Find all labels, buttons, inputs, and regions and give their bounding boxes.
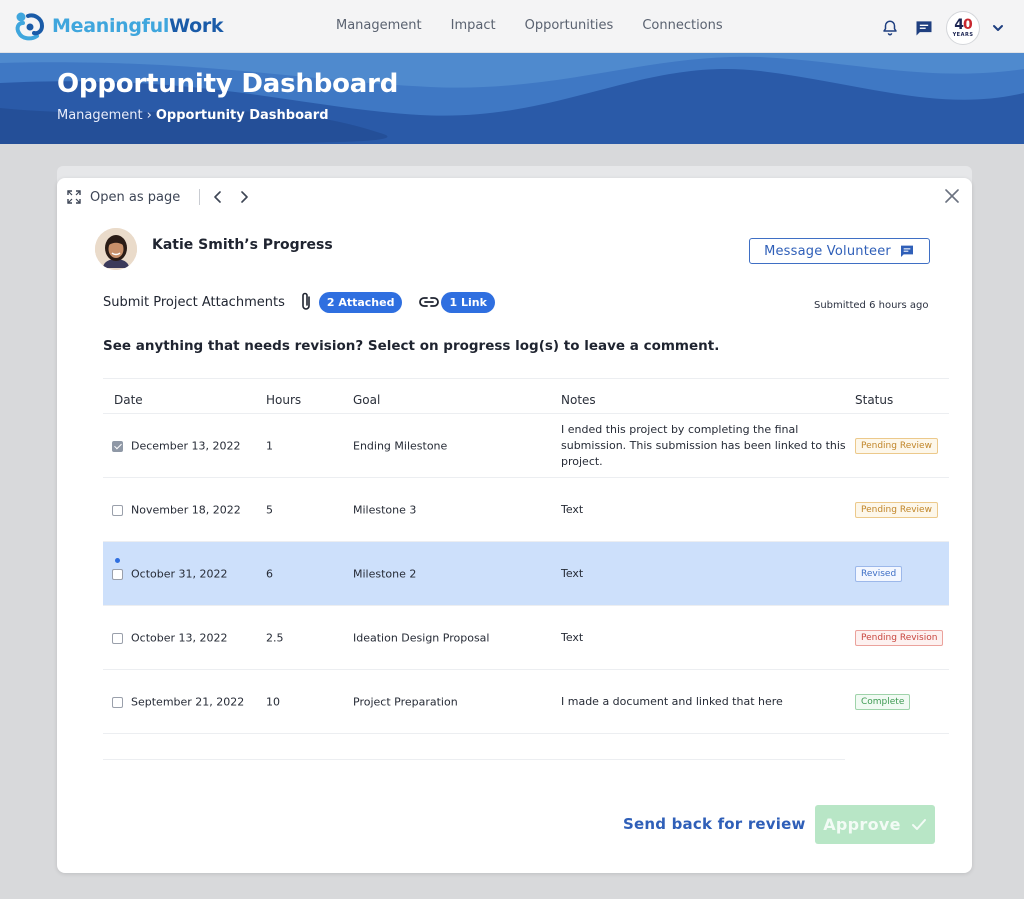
row-date: December 13, 2022: [131, 439, 241, 452]
nav-connections[interactable]: Connections: [642, 18, 722, 33]
attached-chip[interactable]: 2 Attached: [318, 291, 403, 313]
nav-management[interactable]: Management: [336, 18, 422, 33]
volunteer-progress-title: Katie Smith’s Progress: [152, 237, 333, 253]
row-checkbox[interactable]: [112, 440, 123, 452]
nav-opportunities[interactable]: Opportunities: [525, 18, 614, 33]
row-hours: 6: [266, 567, 273, 580]
table-row-selected[interactable]: October 31, 2022 6 Milestone 2 Text Revi…: [103, 542, 949, 606]
account-avatar[interactable]: 40 YEARS: [946, 11, 980, 45]
volunteer-avatar: [95, 228, 137, 270]
row-date: October 31, 2022: [131, 567, 228, 580]
send-back-button[interactable]: Send back for review: [623, 815, 806, 833]
logo-icon: [15, 12, 45, 41]
unread-dot: [115, 558, 120, 563]
row-hours: 2.5: [266, 631, 284, 644]
message-volunteer-label: Message Volunteer: [764, 243, 891, 259]
row-date: September 21, 2022: [131, 695, 245, 708]
brand-logo[interactable]: MeaningfulWork: [14, 10, 224, 42]
status-badge: Revised: [855, 565, 903, 582]
top-nav: MeaningfulWork Management Impact Opportu…: [0, 0, 1024, 53]
message-icon: [900, 245, 913, 257]
row-date: November 18, 2022: [131, 503, 241, 516]
close-icon[interactable]: [942, 186, 962, 206]
breadcrumb-separator: ›: [146, 108, 152, 123]
badge-number: 40: [954, 16, 972, 33]
toolbar-divider: [199, 189, 201, 205]
attachments-row: Submit Project Attachments 2 Attached 1 …: [103, 291, 495, 313]
row-notes: Text: [561, 502, 584, 516]
row-hours: 5: [266, 503, 273, 516]
table-footer: [103, 734, 845, 760]
table-row[interactable]: November 18, 2022 5 Milestone 3 Text Pen…: [103, 478, 949, 542]
table-row[interactable]: December 13, 2022 1 Ending Milestone I e…: [103, 414, 949, 478]
header-status[interactable]: Status: [855, 393, 893, 407]
table-header: Date Hours Goal Notes Status: [103, 378, 949, 414]
status-badge: Complete: [855, 693, 911, 710]
breadcrumb: Management › Opportunity Dashboard: [57, 108, 329, 123]
status-badge: Pending Revision: [855, 629, 944, 646]
chevron-left-icon[interactable]: [210, 188, 226, 206]
status-badge: Pending Review: [855, 501, 938, 518]
chevron-down-icon[interactable]: [986, 16, 1010, 40]
row-checkbox[interactable]: [112, 568, 123, 580]
page-title: Opportunity Dashboard: [57, 69, 399, 99]
bell-icon[interactable]: [878, 16, 902, 40]
attachments-label: Submit Project Attachments: [103, 294, 285, 310]
row-goal: Ideation Design Proposal: [353, 631, 490, 644]
status-badge: Pending Review: [855, 437, 938, 454]
link-icon: [419, 297, 440, 307]
paperclip-icon: [302, 292, 310, 310]
nav-impact[interactable]: Impact: [451, 18, 496, 33]
row-checkbox[interactable]: [112, 632, 123, 644]
brand-name: MeaningfulWork: [52, 15, 224, 37]
open-as-page-button[interactable]: Open as page: [67, 190, 180, 205]
chevron-right-icon[interactable]: [236, 188, 252, 206]
row-goal: Milestone 3: [353, 503, 417, 516]
expand-icon: [67, 190, 81, 204]
check-icon: [911, 818, 926, 830]
progress-modal: Open as page Katie Smith’s Progress Mess…: [57, 178, 972, 873]
breadcrumb-current: Opportunity Dashboard: [155, 108, 329, 123]
row-date: October 13, 2022: [131, 631, 228, 644]
row-goal: Ending Milestone: [353, 439, 448, 452]
row-checkbox[interactable]: [112, 696, 123, 708]
row-notes: Text: [561, 566, 584, 580]
revision-hint: See anything that needs revision? Select…: [103, 338, 720, 354]
nav-actions: 40 YEARS: [878, 11, 1010, 45]
header-hours[interactable]: Hours: [266, 393, 301, 407]
badge-sub: YEARS: [952, 31, 974, 38]
main-nav: Management Impact Opportunities Connecti…: [336, 18, 752, 33]
approve-label: Approve: [823, 815, 901, 834]
header-notes[interactable]: Notes: [561, 393, 596, 407]
breadcrumb-parent[interactable]: Management: [57, 108, 143, 123]
row-goal: Milestone 2: [353, 567, 417, 580]
hero-banner: Opportunity Dashboard Management › Opportu…: [0, 53, 1024, 144]
row-hours: 1: [266, 439, 273, 452]
link-chip[interactable]: 1 Link: [441, 291, 495, 313]
header-date[interactable]: Date: [114, 393, 143, 407]
row-hours: 10: [266, 695, 280, 708]
submitted-time: Submitted 6 hours ago: [814, 300, 929, 311]
message-volunteer-button[interactable]: Message Volunteer: [749, 238, 930, 264]
row-goal: Project Preparation: [353, 695, 458, 708]
open-as-page-label: Open as page: [90, 189, 181, 205]
row-notes: I ended this project by completing the f…: [561, 422, 846, 468]
row-notes: I made a document and linked that here: [561, 694, 783, 708]
row-notes: Text: [561, 630, 584, 644]
header-goal[interactable]: Goal: [353, 393, 380, 407]
row-checkbox[interactable]: [112, 504, 123, 516]
table-row[interactable]: September 21, 2022 10 Project Preparatio…: [103, 670, 949, 734]
table-row[interactable]: October 13, 2022 2.5 Ideation Design Pro…: [103, 606, 949, 670]
chat-icon[interactable]: [912, 16, 936, 40]
approve-button[interactable]: Approve: [815, 805, 935, 844]
modal-toolbar: Open as page: [67, 188, 262, 206]
progress-log-table: Date Hours Goal Notes Status December 13…: [103, 378, 949, 760]
